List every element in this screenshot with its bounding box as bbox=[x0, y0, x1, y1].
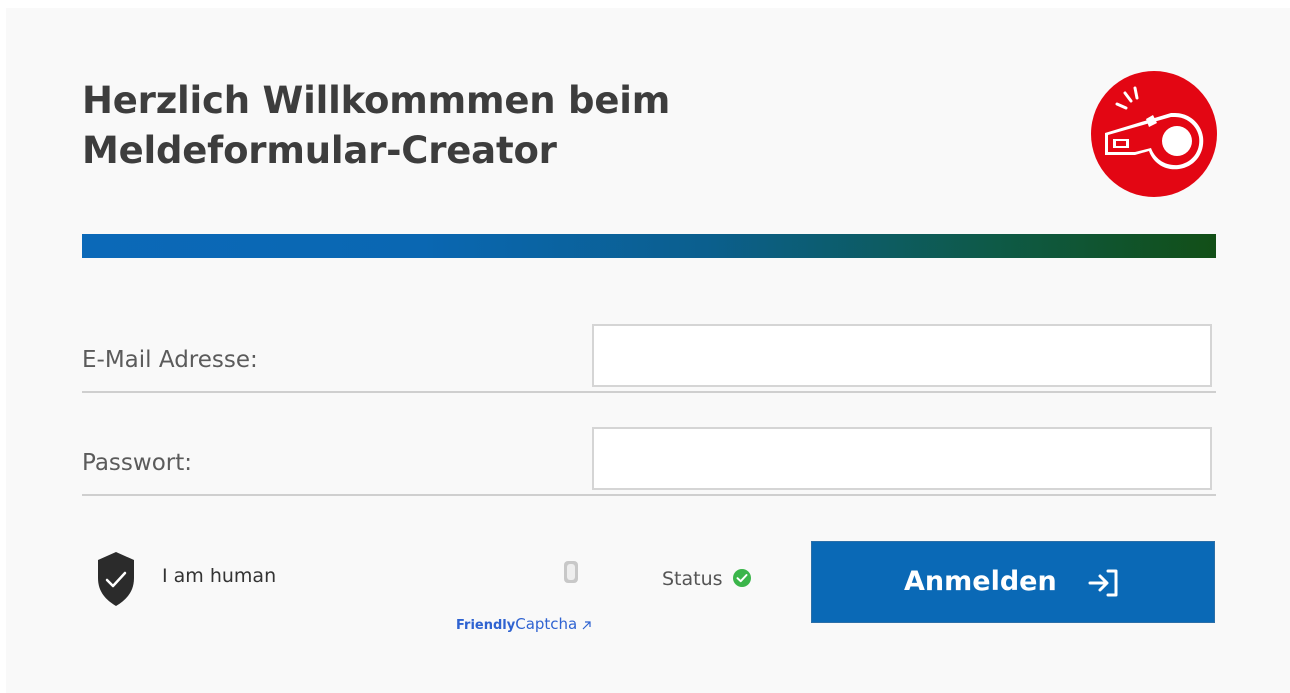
friendly-captcha-link[interactable]: FriendlyCaptcha bbox=[456, 615, 591, 633]
password-row: Passwort: bbox=[82, 427, 1216, 496]
login-arrow-icon bbox=[1088, 569, 1118, 597]
shield-check-icon bbox=[98, 552, 134, 606]
email-label: E-Mail Adresse: bbox=[82, 347, 258, 373]
captcha-brand-rest: Captcha bbox=[515, 615, 578, 633]
status-indicator: Status bbox=[662, 568, 751, 590]
page-title-line2: Meldeformular-Creator bbox=[82, 129, 557, 172]
external-link-icon bbox=[582, 621, 591, 630]
password-field[interactable] bbox=[592, 427, 1212, 490]
captcha-toggle-icon bbox=[564, 561, 578, 583]
page-title-line1: Herzlich Willkommmen beim bbox=[82, 79, 671, 122]
status-label: Status bbox=[662, 568, 723, 590]
captcha-label: I am human bbox=[162, 565, 277, 587]
whistle-icon bbox=[1091, 71, 1217, 197]
password-label: Passwort: bbox=[82, 450, 193, 476]
login-button-label: Anmelden bbox=[904, 566, 1057, 597]
email-field[interactable] bbox=[592, 324, 1212, 387]
header-divider bbox=[82, 234, 1216, 258]
email-row: E-Mail Adresse: bbox=[82, 324, 1216, 393]
check-circle-icon bbox=[732, 569, 751, 587]
captcha-brand-bold: Friendly bbox=[456, 618, 516, 633]
friendly-captcha-widget[interactable]: I am human FriendlyCaptcha bbox=[98, 550, 598, 640]
login-button[interactable]: Anmelden bbox=[811, 541, 1215, 623]
page-title: Herzlich Willkommmen beim Meldeformular-… bbox=[82, 76, 670, 176]
